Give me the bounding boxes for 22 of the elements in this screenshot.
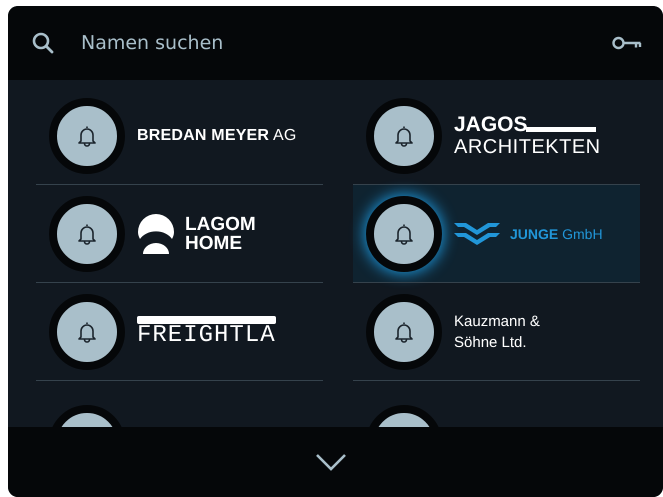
company-name: ARCHITEKTEN [454,136,601,158]
company-name: FREIGHTLA [137,324,276,348]
search-icon[interactable] [31,31,55,55]
company-name: Söhne Ltd. [454,332,528,352]
bell-icon [393,222,415,246]
company-name: BREDAN MEYER AG [137,126,296,144]
company-name: LAGOM [185,214,256,234]
bell-icon [393,124,415,148]
bell-icon [76,320,98,344]
chevron-down-icon[interactable] [314,453,346,471]
company-name: JUNGE GmbH [510,226,603,242]
company-name: HOME [185,234,243,252]
company-name: JAGOS [454,114,528,136]
bell-icon [76,222,98,246]
arch-emblem-icon [137,212,175,254]
bell-icon [393,320,415,344]
bell-button[interactable] [366,196,442,272]
selected-entry[interactable]: JUNGE GmbH [353,184,640,282]
key-icon[interactable] [612,36,642,50]
waves-icon [454,220,500,246]
company-name: Kauzmann & [454,312,540,332]
bell-icon [76,124,98,148]
